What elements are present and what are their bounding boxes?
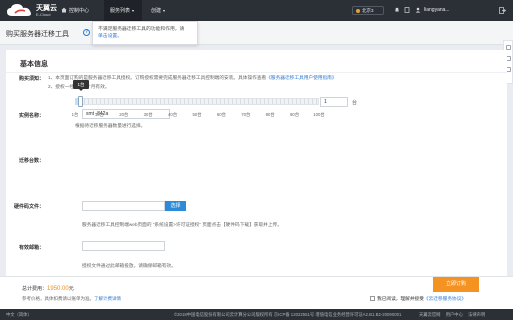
- copyright: ©2018中国电信股份有限公司云计算分公司版权所有 京ICP备 12022551…: [174, 312, 402, 317]
- migrate-count-label: 迁移台数：: [18, 158, 44, 164]
- migrate-count-stepper[interactable]: 1: [320, 97, 348, 107]
- logo-subtitle: E-Cloud: [36, 12, 51, 17]
- agreement: 我已阅读，理解并接受《云迁移服务协议》: [370, 296, 466, 302]
- nav-service-list-label: 服务列表: [110, 8, 131, 14]
- bell-icon[interactable]: [394, 7, 400, 13]
- user-guide-link[interactable]: 《服务器迁移工具用户使用指南》: [266, 75, 336, 80]
- home-icon[interactable]: [61, 7, 67, 13]
- footer-links: 天翼云官网 用户中心 法律声明: [419, 312, 489, 318]
- price-unit: 元: [68, 286, 74, 292]
- nav-create-label: 创建: [151, 8, 162, 14]
- hardware-code-label: 硬件码文件：: [13, 204, 44, 210]
- nav-service-list[interactable]: 服务列表 ▾: [110, 7, 134, 14]
- total-price-label: 总计费用：: [22, 286, 48, 292]
- slider-tick-label: 30台: [143, 112, 153, 117]
- slider-tick-label: 20台: [119, 112, 129, 117]
- page-title: 购买服务器迁移工具: [6, 31, 69, 38]
- order-now-button[interactable]: 立即订购: [433, 277, 479, 292]
- agree-checkbox[interactable]: [370, 296, 375, 301]
- email-hint: 授权文件通过此邮箱投放，请确保邮箱有效。: [82, 263, 176, 268]
- hardware-code-hint: 服务器迁移工具控制端web页面的 “系统设置>许可证授权” 页面点击【硬件码下载…: [82, 222, 282, 227]
- slider-tick-label: 40台: [168, 112, 178, 117]
- footer: 中文（简体） ©2018中国电信股份有限公司云计算分公司版权所有 京ICP备 1…: [0, 309, 513, 320]
- slider-thumb[interactable]: [78, 96, 83, 107]
- slider-tick-label: 90台: [290, 112, 300, 117]
- browse-button[interactable]: 选择: [165, 201, 186, 211]
- language-selector[interactable]: 中文（简体）: [6, 312, 32, 318]
- total-price-value: 1950.00: [47, 286, 69, 292]
- console-link[interactable]: 控制中心: [69, 7, 89, 14]
- service-agreement-link[interactable]: 《云迁移服务协议》: [424, 296, 466, 301]
- email-field[interactable]: [82, 241, 165, 251]
- location-pin-icon: [356, 9, 360, 13]
- logo[interactable]: 天翼云 E-Cloud: [6, 2, 64, 19]
- slider-hint: 根据待迁移服务器数量进行选择。: [75, 123, 146, 128]
- region-label: 北京3: [362, 8, 374, 13]
- purchase-note-1: 1、本页面订购的是服务器迁移工具授权。订购授权需要完成服务器迁移工具控制端的安装…: [48, 75, 337, 81]
- page-header: 购买服务器迁移工具 ?: [0, 21, 513, 45]
- instance-name-label: 实例名称：: [18, 113, 44, 119]
- unit-label: 台: [352, 100, 358, 106]
- footer-link-legal[interactable]: 法律声明: [468, 312, 485, 317]
- billing-details-link[interactable]: 了解计费详情: [94, 296, 121, 301]
- slider-value-tooltip: 1台: [73, 80, 89, 91]
- slider-tick-label: 50台: [192, 112, 202, 117]
- footer-link-official-site[interactable]: 天翼云官网: [419, 312, 440, 317]
- footer-link-user-center[interactable]: 用户中心: [446, 312, 463, 317]
- slider-tick-label: 1台: [71, 112, 79, 117]
- document-icon[interactable]: [404, 7, 410, 13]
- chevron-down-icon: ▾: [132, 8, 135, 13]
- cloud-logo-icon: [7, 4, 31, 16]
- nav-create[interactable]: 创建 ▾: [151, 7, 165, 14]
- popover-text: 不满足服务器迁移工具的功能和作用，请: [98, 27, 185, 32]
- migrate-count-slider[interactable]: [75, 98, 319, 105]
- divider: [6, 72, 507, 73]
- service-tip-popover: 不满足服务器迁移工具的功能和作用，请 单击设置。: [92, 21, 198, 45]
- agree-text: 我已阅读，理解并接受: [377, 296, 424, 301]
- top-navigation-bar: 天翼云 E-Cloud 控制中心 服务列表 ▾ 创建 ▾ 北京3 liangyana…: [0, 0, 513, 21]
- email-label: 有效邮箱：: [18, 245, 44, 251]
- price-note: 参考价格，具体扣费请以账单为准。了解计费详情: [22, 296, 121, 302]
- logout-icon[interactable]: [499, 7, 506, 14]
- slider-tick-label: 60台: [216, 112, 226, 117]
- total-price: 总计费用：1950.00元: [22, 285, 74, 292]
- help-icon[interactable]: ?: [83, 29, 90, 36]
- user-name[interactable]: liangyana...: [424, 7, 450, 13]
- section-title: 基本信息: [20, 61, 48, 68]
- slider-tick-label: 80台: [265, 112, 275, 117]
- popover-link[interactable]: 单击设置。: [98, 34, 122, 39]
- slider-tick-label: 70台: [241, 112, 251, 117]
- region-selector[interactable]: 北京3: [352, 6, 384, 15]
- price-note-text: 参考价格，具体扣费请以账单为准。: [22, 296, 94, 301]
- user-icon: [415, 7, 421, 13]
- hardware-code-file-input[interactable]: [82, 201, 165, 211]
- slider-tick-label: 10台: [94, 112, 104, 117]
- purchase-note-label: 购买须知：: [18, 76, 44, 82]
- chevron-down-icon: ▾: [163, 8, 166, 13]
- slider-tick-label: 100台: [313, 112, 325, 117]
